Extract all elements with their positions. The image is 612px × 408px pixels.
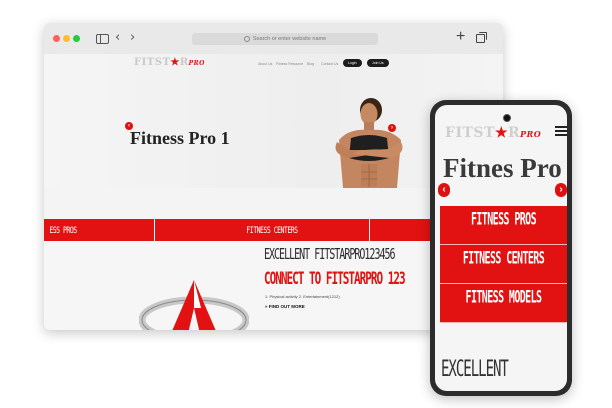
site-logo[interactable]: FITST★RPRO xyxy=(134,57,205,68)
mobile-button-fitness-centers[interactable]: FITNESS CENTERS xyxy=(440,245,567,284)
heading-connect: CONNECT TO FITSTARPRO 123 xyxy=(264,269,406,289)
nav-blog[interactable]: Blog xyxy=(307,62,314,66)
menu-icon[interactable] xyxy=(555,126,567,136)
nav-about-us[interactable]: About Us xyxy=(258,62,272,66)
star-icon: ★ xyxy=(170,57,180,68)
back-button[interactable]: ‹ xyxy=(115,30,120,45)
phone-screen: FITST★RPRO Fitnes Pro ‹ › FITNESS PROS F… xyxy=(435,105,567,391)
search-icon xyxy=(243,35,250,42)
login-button[interactable]: Login xyxy=(343,59,362,67)
mobile-heading-excellent: EXCELLENT xyxy=(441,357,509,383)
tab-overview-icon[interactable] xyxy=(476,32,487,43)
new-tab-button[interactable]: + xyxy=(456,28,465,46)
browser-toolbar: ‹ › Search or enter website name + xyxy=(44,23,503,55)
sidebar-toggle-icon[interactable] xyxy=(96,34,109,44)
close-window-button[interactable] xyxy=(53,35,60,42)
minimize-window-button[interactable] xyxy=(63,35,70,42)
heading-excellent: EXCELLENT FITSTARPRO123456 xyxy=(264,247,396,264)
camera-icon xyxy=(503,114,511,122)
mobile-button-fitness-models[interactable]: FITNESS MODELS xyxy=(440,284,567,323)
band-divider xyxy=(154,219,155,241)
nav-contact-us[interactable]: Contact Us xyxy=(321,62,338,66)
zoom-window-button[interactable] xyxy=(73,35,80,42)
nav-fitness-resource[interactable]: Fitness Resource xyxy=(276,62,303,66)
address-bar[interactable]: Search or enter website name xyxy=(192,33,378,45)
phone-device: FITST★RPRO Fitnes Pro ‹ › FITNESS PROS F… xyxy=(430,100,572,396)
hero-title: Fitness Pro 1 xyxy=(130,128,230,148)
star-icon: ★ xyxy=(494,125,508,141)
feature-list: 1. Physical activity 2. Entertainment(12… xyxy=(265,294,340,299)
mobile-button-fitness-pros[interactable]: FITNESS PROS xyxy=(440,206,567,245)
band-divider xyxy=(369,219,370,241)
brand-emblem-icon xyxy=(139,280,249,330)
mobile-hero-title: Fitnes Pro xyxy=(443,153,562,183)
address-placeholder: Search or enter website name xyxy=(252,36,327,42)
forward-button[interactable]: › xyxy=(130,30,135,45)
join-button[interactable]: Join Us xyxy=(367,59,389,67)
mobile-logo[interactable]: FITST★RPRO xyxy=(445,125,541,141)
mobile-carousel-next[interactable]: › xyxy=(555,183,567,197)
athlete-image xyxy=(335,98,403,188)
find-out-more-link[interactable]: » FIND OUT MORE xyxy=(265,304,305,309)
mobile-carousel-prev[interactable]: ‹ xyxy=(438,183,450,197)
